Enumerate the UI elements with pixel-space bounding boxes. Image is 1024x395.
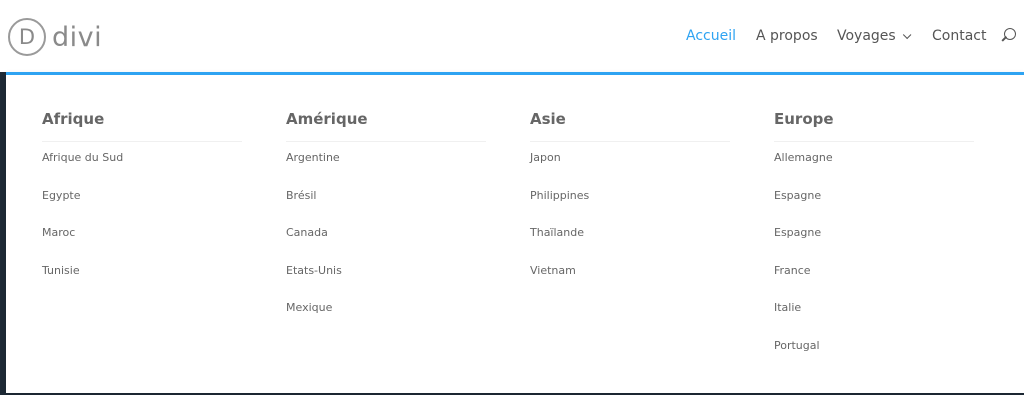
menu-link[interactable]: Etats-Unis — [286, 261, 342, 299]
logo-mark: D — [8, 18, 46, 56]
menu-link[interactable]: Tunisie — [42, 261, 123, 299]
chevron-down-icon — [902, 30, 912, 40]
column-divider — [286, 141, 486, 142]
column-divider — [42, 141, 242, 142]
column-list: Argentine Brésil Canada Etats-Unis Mexiq… — [286, 148, 342, 336]
nav-item-contact[interactable]: Contact — [932, 26, 986, 46]
menu-link[interactable]: Japon — [530, 148, 589, 186]
nav-item-a-propos[interactable]: A propos — [756, 26, 818, 46]
menu-link[interactable]: Allemagne — [774, 148, 833, 186]
menu-link[interactable]: Argentine — [286, 148, 342, 186]
menu-link[interactable]: Italie — [774, 298, 833, 336]
column-list: Japon Philippines Thaïlande Vietnam — [530, 148, 589, 298]
menu-link[interactable]: Afrique du Sud — [42, 148, 123, 186]
column-list: Allemagne Espagne Espagne France Italie … — [774, 148, 833, 374]
column-divider — [774, 141, 974, 142]
search-icon[interactable] — [1001, 27, 1019, 45]
menu-link[interactable]: Philippines — [530, 186, 589, 224]
menu-link[interactable]: Vietnam — [530, 261, 589, 299]
search-icon-ring — [1004, 28, 1016, 40]
column-list: Afrique du Sud Egypte Maroc Tunisie — [42, 148, 123, 298]
menu-link[interactable]: Portugal — [774, 336, 833, 374]
logo-letter: D — [18, 24, 36, 49]
nav-item-voyages-label: Voyages — [837, 28, 896, 44]
menu-link[interactable]: Thaïlande — [530, 223, 589, 261]
menu-link[interactable]: Maroc — [42, 223, 123, 261]
column-heading[interactable]: Amérique — [286, 109, 368, 129]
menu-link[interactable]: Egypte — [42, 186, 123, 224]
menu-link[interactable]: Canada — [286, 223, 342, 261]
site-header: D divi Accueil A propos Voyages Contact — [0, 0, 1024, 72]
column-heading[interactable]: Afrique — [42, 109, 104, 129]
mega-menu-voyages: Afrique Afrique du Sud Egypte Maroc Tuni… — [6, 72, 1024, 393]
logo-text: divi — [52, 21, 103, 53]
column-heading[interactable]: Europe — [774, 109, 834, 129]
nav-item-voyages[interactable]: Voyages — [837, 26, 912, 46]
menu-link[interactable]: France — [774, 261, 833, 299]
nav-item-accueil[interactable]: Accueil — [686, 26, 736, 46]
menu-link[interactable]: Mexique — [286, 298, 342, 336]
column-divider — [530, 141, 730, 142]
menu-link[interactable]: Espagne — [774, 223, 833, 261]
menu-link[interactable]: Brésil — [286, 186, 342, 224]
column-heading[interactable]: Asie — [530, 109, 566, 129]
site-logo[interactable]: D divi — [8, 17, 102, 57]
page: D divi Accueil A propos Voyages Contact … — [0, 0, 1024, 395]
menu-link[interactable]: Espagne — [774, 186, 833, 224]
